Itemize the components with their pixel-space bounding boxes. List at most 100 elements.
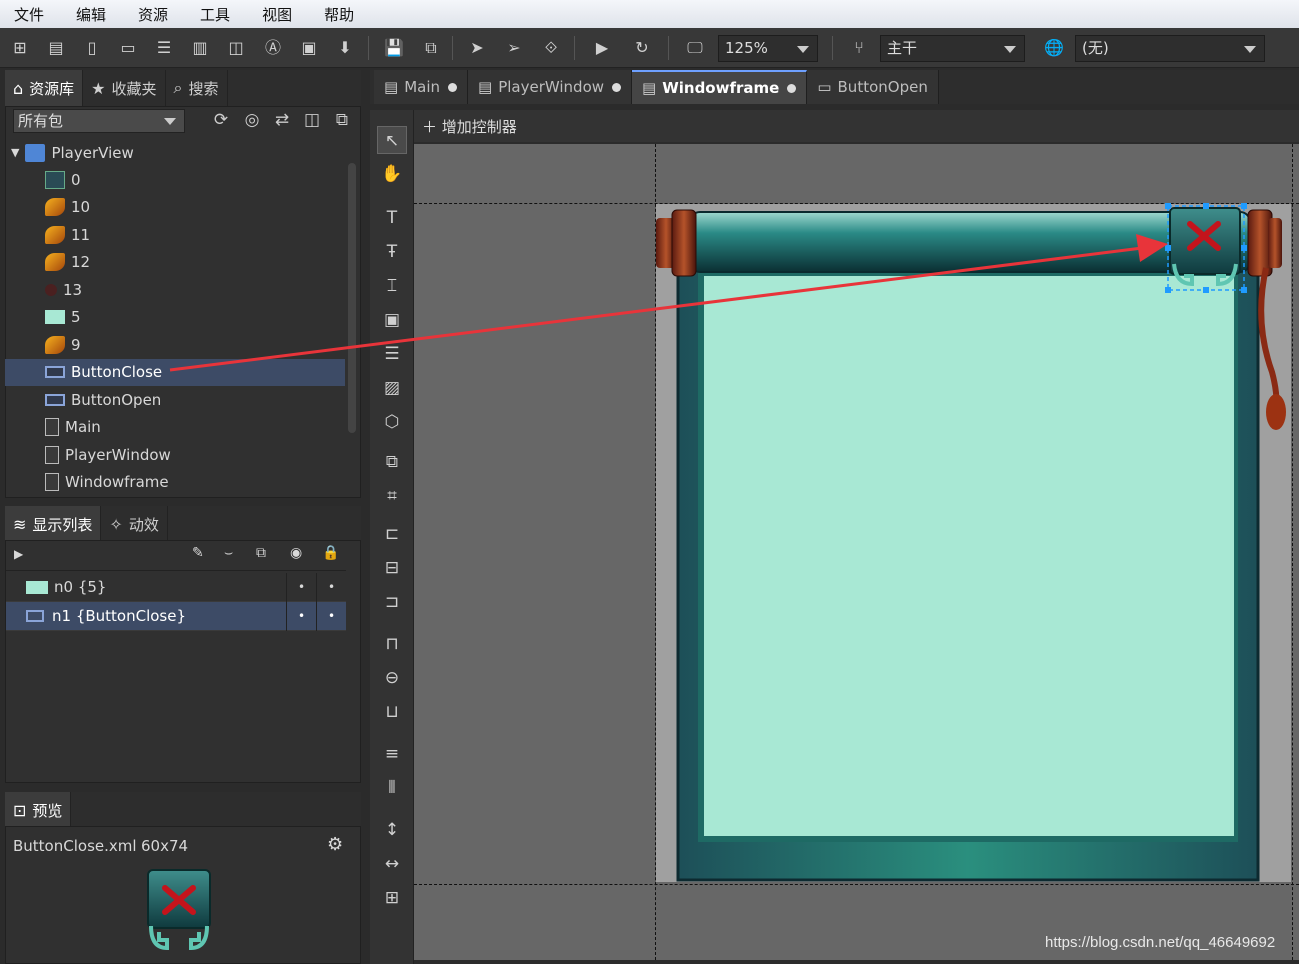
text-tool-icon[interactable]: T (377, 204, 407, 232)
screen-icon[interactable]: 🖵 (685, 38, 705, 58)
align-bottom-icon[interactable]: ⊔ (377, 698, 407, 726)
language-select[interactable]: (无) (1075, 35, 1265, 62)
tab-main[interactable]: ▤ Main (374, 70, 468, 104)
search-icon: ⌕ (173, 78, 183, 97)
collapse-icon[interactable]: ⧉ (332, 110, 352, 130)
align-right-icon[interactable]: ⊐ (377, 588, 407, 616)
lock-toggle[interactable]: • (316, 572, 346, 602)
tree-package-row[interactable]: ▼ PlayerView (5, 139, 345, 166)
tab-windowframe[interactable]: ▤ Windowframe (632, 70, 808, 104)
settings-gear-icon[interactable]: ⚙ (327, 834, 343, 855)
grid-icon[interactable]: ⊞ (377, 884, 407, 912)
new-label-icon[interactable]: Ⓐ (263, 38, 283, 58)
tab-preview[interactable]: ⊡ 预览 (5, 792, 72, 828)
library-item[interactable]: 5 (5, 304, 345, 331)
tab-library[interactable]: ⌂ 资源库 (5, 70, 84, 106)
globe-icon[interactable]: 🌐 (1044, 38, 1064, 58)
edit-icon[interactable]: ✎ (192, 545, 204, 561)
pointer-tool-icon[interactable]: ↖ (377, 126, 407, 154)
package-filter-select[interactable]: 所有包 (13, 109, 185, 133)
new-package-icon[interactable]: ⊞ (10, 38, 30, 58)
menu-tools[interactable]: 工具 (200, 4, 230, 25)
menu-file[interactable]: 文件 (14, 4, 44, 25)
display-list-tabs: ≋ 显示列表 ✧ 动效 (5, 506, 361, 542)
align-vcenter-icon[interactable]: ⊖ (377, 664, 407, 692)
new-movieclip-icon[interactable]: ▣ (299, 38, 319, 58)
library-item[interactable]: 0 (5, 166, 345, 193)
design-canvas[interactable] (414, 144, 1299, 960)
library-item[interactable]: PlayerWindow (5, 441, 345, 468)
input-text-tool-icon[interactable]: ⌶ (377, 272, 407, 300)
library-item[interactable]: 11 (5, 221, 345, 248)
tab-transitions[interactable]: ✧ 动效 (101, 506, 168, 542)
new-button-icon[interactable]: ▭ (118, 38, 138, 58)
tab-buttonopen[interactable]: ▭ ButtonOpen (807, 70, 939, 104)
tab-display-list[interactable]: ≋ 显示列表 (5, 506, 102, 542)
tab-favorites[interactable]: ★ 收藏夹 (83, 70, 166, 106)
hide-icon[interactable]: ⌣ (224, 545, 233, 561)
display-row-n1[interactable]: n1 {ButtonClose} • • (6, 601, 346, 631)
visible-toggle[interactable]: • (286, 572, 316, 602)
new-component-icon[interactable]: ▤ (46, 38, 66, 58)
same-height-icon[interactable]: ↕ (377, 816, 407, 844)
menu-assets[interactable]: 资源 (138, 4, 168, 25)
menu-view[interactable]: 视图 (262, 4, 292, 25)
graph-tool-icon[interactable]: ▨ (377, 374, 407, 402)
loader-tool-icon[interactable]: ▣ (377, 306, 407, 334)
new-progress-icon[interactable]: ▥ (190, 38, 210, 58)
hand-tool-icon[interactable]: ✋ (377, 160, 407, 188)
refresh-icon[interactable]: ⟳ (211, 110, 231, 130)
import-icon[interactable]: ⬇ (335, 38, 355, 58)
display-row-n0[interactable]: n0 {5} • • (6, 572, 346, 602)
library-item[interactable]: Main (5, 414, 345, 441)
save-icon[interactable]: 💾 (384, 38, 404, 58)
button-icon: ▭ (817, 78, 832, 96)
same-width-icon[interactable]: ↔ (377, 850, 407, 878)
publish-all-icon[interactable]: ➢ (504, 38, 524, 58)
publish-settings-icon[interactable]: ⟐ (541, 38, 561, 58)
align-top-icon[interactable]: ⊓ (377, 630, 407, 658)
loader3d-tool-icon[interactable]: ⬡ (377, 408, 407, 436)
tree-scrollbar[interactable] (348, 163, 356, 433)
eye-icon[interactable]: ◉ (290, 545, 302, 561)
library-item[interactable]: 10 (5, 194, 345, 221)
branch-icon[interactable]: ⑂ (849, 38, 869, 58)
align-hcenter-icon[interactable]: ⊟ (377, 554, 407, 582)
library-item[interactable]: Windowframe (5, 469, 345, 496)
new-bookmark-icon[interactable]: ▯ (82, 38, 102, 58)
lock-toggle[interactable]: • (316, 601, 346, 631)
branch-select[interactable]: 主干 (880, 35, 1025, 62)
library-item[interactable]: 12 (5, 249, 345, 276)
save-all-icon[interactable]: ⧉ (421, 38, 441, 58)
locate-icon[interactable]: ◎ (242, 110, 262, 130)
play-icon[interactable]: ▶ (14, 547, 23, 561)
split-view-icon[interactable]: ◫ (302, 110, 322, 130)
transform-tool-icon[interactable]: ⌗ (377, 482, 407, 510)
zoom-select[interactable]: 125% (718, 35, 818, 62)
tab-search[interactable]: ⌕ 搜索 (166, 70, 228, 106)
menu-help[interactable]: 帮助 (324, 4, 354, 25)
library-item[interactable]: ButtonClose (5, 358, 345, 386)
swap-icon[interactable]: ⇄ (272, 110, 292, 130)
library-item[interactable]: 13 (5, 276, 345, 303)
lock-icon[interactable]: 🔒 (322, 545, 339, 561)
copy-icon[interactable]: ⧉ (256, 545, 266, 561)
menu-edit[interactable]: 编辑 (76, 4, 106, 25)
library-item[interactable]: 9 (5, 331, 345, 358)
play-icon[interactable]: ▶ (592, 38, 612, 58)
visible-toggle[interactable]: • (286, 601, 316, 631)
refresh-icon[interactable]: ↻ (632, 38, 652, 58)
group-tool-icon[interactable]: ⧉ (377, 448, 407, 476)
add-controller-button[interactable]: ＋ 增加控制器 (422, 116, 517, 137)
distribute-vertical-icon[interactable]: ≡ (377, 740, 407, 768)
library-item[interactable]: ButtonOpen (5, 386, 345, 413)
list-tool-icon[interactable]: ☰ (377, 340, 407, 368)
new-slider-icon[interactable]: ◫ (226, 38, 246, 58)
align-left-icon[interactable]: ⊏ (377, 520, 407, 548)
distribute-horizontal-icon[interactable]: ⫴ (377, 774, 407, 802)
tab-playerwindow[interactable]: ▤ PlayerWindow (468, 70, 633, 104)
rich-text-tool-icon[interactable]: Ŧ (377, 238, 407, 266)
chevron-down-icon[interactable]: ▼ (11, 146, 19, 159)
new-combobox-icon[interactable]: ☰ (154, 38, 174, 58)
publish-icon[interactable]: ➤ (467, 38, 487, 58)
